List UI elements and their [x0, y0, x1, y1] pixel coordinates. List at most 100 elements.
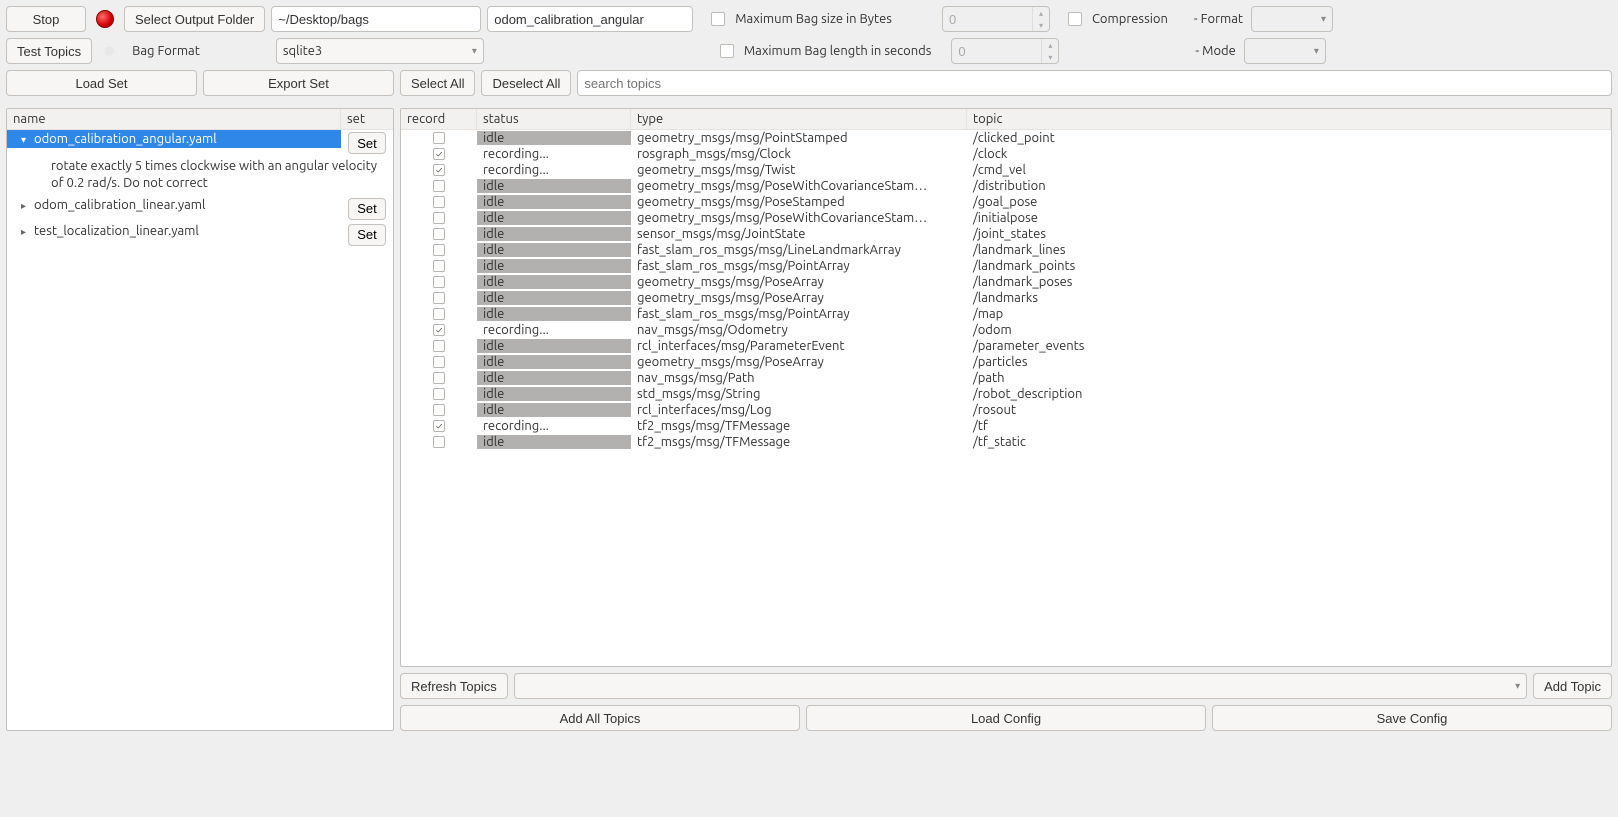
- type-cell: geometry_msgs/msg/PoseWithCovarianceStam…: [631, 211, 967, 225]
- status-cell: idle: [477, 435, 631, 449]
- type-cell: geometry_msgs/msg/PoseArray: [631, 291, 967, 305]
- record-checkbox[interactable]: [433, 180, 445, 192]
- table-row[interactable]: idlercl_interfaces/msg/ParameterEvent/pa…: [401, 338, 1611, 354]
- tree-expand-icon[interactable]: [21, 198, 31, 212]
- record-checkbox[interactable]: [433, 212, 445, 224]
- format-combo[interactable]: ▾: [1251, 6, 1333, 32]
- record-checkbox[interactable]: [433, 244, 445, 256]
- table-row[interactable]: idlestd_msgs/msg/String/robot_descriptio…: [401, 386, 1611, 402]
- max-bag-len-value: [952, 39, 1041, 63]
- set-tree[interactable]: name set odom_calibration_angular.yamlSe…: [6, 108, 394, 731]
- table-row[interactable]: idlefast_slam_ros_msgs/msg/PointArray/ma…: [401, 306, 1611, 322]
- table-row[interactable]: idlegeometry_msgs/msg/PoseArray/landmark…: [401, 290, 1611, 306]
- table-row[interactable]: recording...geometry_msgs/msg/Twist/cmd_…: [401, 162, 1611, 178]
- topics-table[interactable]: record status type topic idlegeometry_ms…: [400, 108, 1612, 667]
- table-row[interactable]: idlegeometry_msgs/msg/PoseStamped/goal_p…: [401, 194, 1611, 210]
- table-row[interactable]: recording...rosgraph_msgs/msg/Clock/cloc…: [401, 146, 1611, 162]
- record-checkbox[interactable]: [433, 420, 445, 432]
- status-cell: idle: [477, 227, 631, 241]
- record-checkbox[interactable]: [433, 404, 445, 416]
- record-checkbox[interactable]: [433, 356, 445, 368]
- table-row[interactable]: idlegeometry_msgs/msg/PoseWithCovariance…: [401, 210, 1611, 226]
- record-checkbox[interactable]: [433, 260, 445, 272]
- record-checkbox[interactable]: [433, 372, 445, 384]
- table-row[interactable]: recording...nav_msgs/msg/Odometry/odom: [401, 322, 1611, 338]
- save-config-button[interactable]: Save Config: [1212, 705, 1612, 731]
- record-checkbox[interactable]: [433, 308, 445, 320]
- record-checkbox[interactable]: [433, 132, 445, 144]
- tree-item[interactable]: odom_calibration_linear.yamlSet: [7, 196, 393, 222]
- tree-set-button[interactable]: Set: [348, 132, 386, 154]
- record-checkbox[interactable]: [433, 148, 445, 160]
- topic-cell: /landmarks: [967, 291, 1611, 305]
- type-cell: fast_slam_ros_msgs/msg/PointArray: [631, 307, 967, 321]
- status-cell: idle: [477, 339, 631, 353]
- topic-cell: /robot_description: [967, 387, 1611, 401]
- test-topics-button[interactable]: Test Topics: [6, 38, 92, 64]
- tree-col-set: set: [341, 109, 393, 129]
- table-row[interactable]: idletf2_msgs/msg/TFMessage/tf_static: [401, 434, 1611, 450]
- busy-spinner-icon: [98, 40, 120, 62]
- status-cell: idle: [477, 179, 631, 193]
- max-bag-size-spinner[interactable]: ▴▾: [942, 6, 1050, 32]
- tree-item[interactable]: test_localization_linear.yamlSet: [7, 222, 393, 248]
- tree-item[interactable]: odom_calibration_angular.yamlSet: [7, 130, 393, 156]
- mode-combo[interactable]: ▾: [1244, 38, 1326, 64]
- th-record: record: [401, 109, 477, 129]
- output-folder-input[interactable]: [271, 6, 481, 32]
- table-row[interactable]: idlegeometry_msgs/msg/PointStamped/click…: [401, 130, 1611, 146]
- deselect-all-button[interactable]: Deselect All: [481, 70, 571, 96]
- record-checkbox[interactable]: [433, 196, 445, 208]
- record-checkbox[interactable]: [433, 324, 445, 336]
- tree-set-button[interactable]: Set: [348, 198, 386, 220]
- tree-set-button[interactable]: Set: [348, 224, 386, 246]
- status-cell: recording...: [477, 163, 631, 177]
- select-all-button[interactable]: Select All: [400, 70, 475, 96]
- topic-select-combo[interactable]: ▾: [514, 673, 1527, 699]
- stop-button[interactable]: Stop: [6, 6, 86, 32]
- table-row[interactable]: idlesensor_msgs/msg/JointState/joint_sta…: [401, 226, 1611, 242]
- tree-expand-icon[interactable]: [21, 132, 31, 146]
- table-row[interactable]: idlenav_msgs/msg/Path/path: [401, 370, 1611, 386]
- record-checkbox[interactable]: [433, 228, 445, 240]
- record-checkbox[interactable]: [433, 292, 445, 304]
- load-set-button[interactable]: Load Set: [6, 70, 197, 96]
- compression-checkbox[interactable]: [1068, 12, 1082, 26]
- bag-format-combo[interactable]: sqlite3 ▾: [276, 38, 484, 64]
- record-checkbox[interactable]: [433, 388, 445, 400]
- compression-label: Compression: [1092, 12, 1168, 26]
- table-row[interactable]: idlegeometry_msgs/msg/PoseArray/landmark…: [401, 274, 1611, 290]
- load-config-button[interactable]: Load Config: [806, 705, 1206, 731]
- export-set-button[interactable]: Export Set: [203, 70, 394, 96]
- table-row[interactable]: idlegeometry_msgs/msg/PoseWithCovariance…: [401, 178, 1611, 194]
- tree-expand-icon[interactable]: [21, 224, 31, 238]
- status-cell: idle: [477, 243, 631, 257]
- max-bag-len-checkbox[interactable]: [720, 44, 734, 58]
- record-checkbox[interactable]: [433, 164, 445, 176]
- max-bag-len-spinner[interactable]: ▴▾: [951, 38, 1059, 64]
- table-row[interactable]: idlefast_slam_ros_msgs/msg/LineLandmarkA…: [401, 242, 1611, 258]
- type-cell: geometry_msgs/msg/PoseStamped: [631, 195, 967, 209]
- add-all-topics-button[interactable]: Add All Topics: [400, 705, 800, 731]
- status-cell: recording...: [477, 323, 631, 337]
- record-checkbox[interactable]: [433, 436, 445, 448]
- status-cell: idle: [477, 371, 631, 385]
- record-checkbox[interactable]: [433, 340, 445, 352]
- max-bag-size-checkbox[interactable]: [711, 12, 725, 26]
- select-output-folder-button[interactable]: Select Output Folder: [124, 6, 265, 32]
- bag-format-label: Bag Format: [132, 44, 200, 58]
- type-cell: rcl_interfaces/msg/Log: [631, 403, 967, 417]
- table-row[interactable]: idlegeometry_msgs/msg/PoseArray/particle…: [401, 354, 1611, 370]
- record-checkbox[interactable]: [433, 276, 445, 288]
- tree-col-name: name: [7, 109, 341, 129]
- table-row[interactable]: idlefast_slam_ros_msgs/msg/PointArray/la…: [401, 258, 1611, 274]
- table-row[interactable]: idlercl_interfaces/msg/Log/rosout: [401, 402, 1611, 418]
- type-cell: tf2_msgs/msg/TFMessage: [631, 435, 967, 449]
- type-cell: geometry_msgs/msg/PointStamped: [631, 131, 967, 145]
- refresh-topics-button[interactable]: Refresh Topics: [400, 673, 508, 699]
- search-topics-input[interactable]: [577, 70, 1612, 96]
- bag-name-input[interactable]: [487, 6, 693, 32]
- format-label: - Format: [1194, 12, 1243, 26]
- table-row[interactable]: recording...tf2_msgs/msg/TFMessage/tf: [401, 418, 1611, 434]
- add-topic-button[interactable]: Add Topic: [1533, 673, 1612, 699]
